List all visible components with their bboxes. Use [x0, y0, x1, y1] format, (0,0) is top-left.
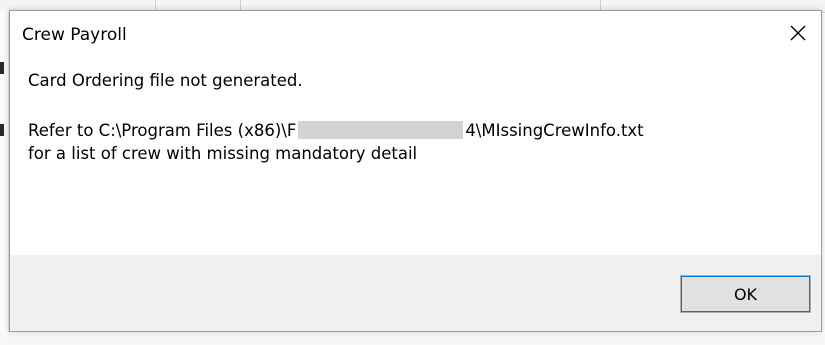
close-icon [790, 25, 806, 41]
message-line-2: Refer to C:\Program Files (x86)\F 4\MIssi… [28, 121, 644, 140]
redacted-block [298, 121, 464, 139]
message-path-prefix: Refer to C:\Program Files (x86)\F [28, 121, 297, 140]
background-app-mark [0, 124, 4, 136]
message-line-3: for a list of crew with missing mandator… [28, 144, 418, 163]
message-line-1: Card Ordering file not generated. [28, 71, 303, 90]
dialog-titlebar[interactable]: Crew Payroll [10, 11, 821, 57]
message-dialog: Crew Payroll Card Ordering file not gene… [9, 10, 822, 332]
ok-button[interactable]: OK [680, 275, 811, 313]
screen: Crew Payroll Card Ordering file not gene… [0, 0, 825, 345]
close-button[interactable] [775, 11, 821, 55]
dialog-title: Crew Payroll [22, 25, 127, 45]
background-app-footer [0, 334, 825, 345]
message-path-suffix: 4\MIssingCrewInfo.txt [465, 121, 644, 140]
background-app-mark [0, 62, 4, 74]
dialog-button-bar: OK [10, 255, 821, 331]
